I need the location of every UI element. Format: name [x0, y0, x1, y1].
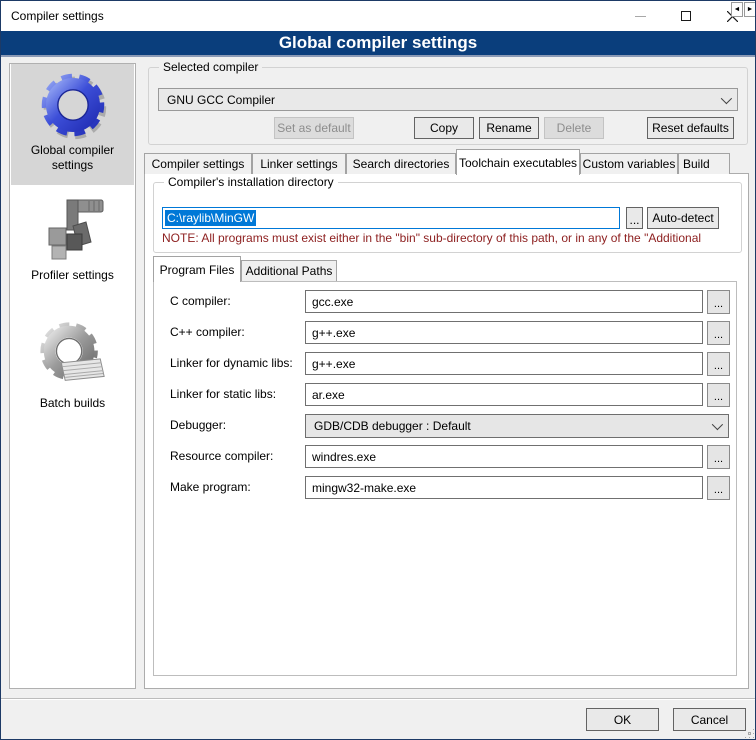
resize-grip[interactable] — [749, 733, 750, 734]
dialog-banner: Global compiler settings — [1, 31, 755, 57]
cpp-compiler-input[interactable] — [305, 321, 703, 344]
debugger-select[interactable]: GDB/CDB debugger : Default — [305, 414, 729, 438]
static-linker-label: Linker for static libs: — [170, 387, 310, 401]
sidebar-item-label: Batch builds — [36, 394, 109, 415]
maximize-button[interactable] — [663, 1, 709, 31]
c-compiler-browse-button[interactable]: ... — [707, 290, 730, 314]
resource-compiler-input[interactable] — [305, 445, 703, 468]
c-compiler-label: C compiler: — [170, 294, 310, 308]
cpp-compiler-browse-button[interactable]: ... — [707, 321, 730, 345]
program-tabs: Program Files Additional Paths — [153, 258, 337, 281]
footer-divider — [1, 698, 755, 700]
resource-compiler-browse-button[interactable]: ... — [707, 445, 730, 469]
rename-button[interactable]: Rename — [479, 117, 539, 139]
settings-sidebar: Global compiler settings Profiler settin… — [9, 63, 136, 689]
resource-compiler-label: Resource compiler: — [170, 449, 310, 463]
tab-search-directories[interactable]: Search directories — [346, 153, 456, 174]
make-program-row: Make program: ... — [154, 476, 736, 500]
compiler-select-value: GNU GCC Compiler — [167, 93, 275, 107]
cpp-compiler-row: C++ compiler: ... — [154, 321, 736, 345]
minimize-icon — [635, 16, 646, 17]
tab-toolchain-executables[interactable]: Toolchain executables — [456, 149, 580, 175]
install-dir-input[interactable]: C:\raylib\MinGW — [162, 207, 620, 229]
auto-detect-button[interactable]: Auto-detect — [647, 207, 719, 229]
make-program-input[interactable] — [305, 476, 703, 499]
minimize-button[interactable] — [617, 1, 663, 31]
dynamic-linker-browse-button[interactable]: ... — [707, 352, 730, 376]
static-linker-input[interactable] — [305, 383, 703, 406]
selected-compiler-legend: Selected compiler — [159, 60, 262, 74]
install-dir-browse-button[interactable]: ... — [626, 207, 643, 229]
delete-button[interactable]: Delete — [544, 117, 604, 139]
debugger-label: Debugger: — [170, 418, 310, 432]
static-linker-row: Linker for static libs: ... — [154, 383, 736, 407]
gear-blue-icon — [37, 69, 109, 141]
debugger-row: Debugger: GDB/CDB debugger : Default — [154, 414, 736, 438]
tab-build-options[interactable]: Build — [678, 153, 730, 174]
tab-linker-settings[interactable]: Linker settings — [252, 153, 346, 174]
debugger-select-value: GDB/CDB debugger : Default — [314, 419, 471, 433]
cpp-compiler-label: C++ compiler: — [170, 325, 310, 339]
ok-button[interactable]: OK — [586, 708, 659, 731]
toolchain-executables-panel: Compiler's installation directory C:\ray… — [144, 173, 749, 689]
banner-title: Global compiler settings — [279, 33, 477, 53]
selected-compiler-group: Selected compiler GNU GCC Compiler Set a… — [148, 67, 748, 145]
sidebar-item-batch-builds[interactable]: Batch builds — [11, 316, 134, 415]
c-compiler-row: C compiler: ... — [154, 290, 736, 314]
cancel-button[interactable]: Cancel — [673, 708, 746, 731]
tab-compiler-settings[interactable]: Compiler settings — [144, 153, 252, 174]
dynamic-linker-row: Linker for dynamic libs: ... — [154, 352, 736, 376]
caliper-icon — [37, 190, 109, 266]
window-title: Compiler settings — [11, 9, 104, 23]
installation-directory-group: Compiler's installation directory C:\ray… — [153, 182, 742, 253]
compiler-settings-dialog: Compiler settings Global compiler settin… — [0, 0, 756, 740]
static-linker-browse-button[interactable]: ... — [707, 383, 730, 407]
install-dir-note: NOTE: All programs must exist either in … — [162, 231, 736, 245]
tab-scroll-left-button[interactable]: ◄ — [731, 2, 743, 17]
make-program-label: Make program: — [170, 480, 310, 494]
maximize-icon — [681, 11, 691, 21]
title-bar: Compiler settings — [1, 1, 755, 31]
installation-directory-legend: Compiler's installation directory — [164, 175, 338, 189]
install-dir-selected-text: C:\raylib\MinGW — [165, 210, 256, 226]
resource-compiler-row: Resource compiler: ... — [154, 445, 736, 469]
c-compiler-input[interactable] — [305, 290, 703, 313]
compiler-select[interactable]: GNU GCC Compiler — [158, 88, 738, 111]
dynamic-linker-label: Linker for dynamic libs: — [170, 356, 310, 370]
tab-custom-variables[interactable]: Custom variables — [580, 153, 678, 174]
reset-defaults-button[interactable]: Reset defaults — [647, 117, 734, 139]
tab-additional-paths[interactable]: Additional Paths — [241, 260, 337, 281]
compiler-tabs: Compiler settings Linker settings Search… — [144, 151, 730, 174]
sidebar-item-global-compiler-settings[interactable]: Global compiler settings — [11, 64, 134, 185]
gear-stack-icon — [36, 316, 110, 394]
chevron-down-icon — [721, 92, 732, 103]
set-as-default-button[interactable]: Set as default — [274, 117, 354, 139]
dynamic-linker-input[interactable] — [305, 352, 703, 375]
chevron-down-icon — [712, 419, 723, 430]
sidebar-item-profiler-settings[interactable]: Profiler settings — [11, 190, 134, 287]
program-files-panel: C compiler: ... C++ compiler: ... Linker… — [153, 281, 737, 676]
tab-scroll-right-button[interactable]: ► — [744, 2, 756, 17]
sidebar-item-label: Profiler settings — [27, 266, 118, 287]
make-program-browse-button[interactable]: ... — [707, 476, 730, 500]
sidebar-item-label: Global compiler settings — [11, 141, 134, 177]
tab-program-files[interactable]: Program Files — [153, 256, 241, 282]
copy-button[interactable]: Copy — [414, 117, 474, 139]
